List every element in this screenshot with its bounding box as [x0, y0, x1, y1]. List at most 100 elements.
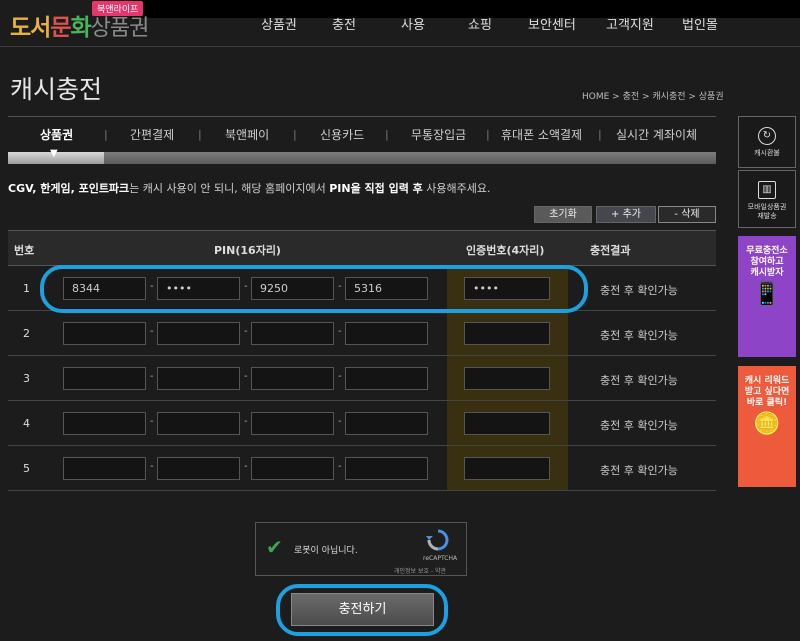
tab-divider: | [198, 128, 202, 141]
nav-charge[interactable]: 충전 [332, 14, 356, 33]
tab-divider: | [598, 128, 602, 141]
charge-result: 충전 후 확인가능 [600, 419, 678, 432]
table-row: 5 - - - 충전 후 확인가능 [8, 446, 716, 491]
pin-input-1[interactable] [63, 367, 146, 390]
pin-separator: - [244, 371, 248, 382]
tab-gift-card[interactable]: 상품권 [40, 126, 73, 143]
pin-separator: - [150, 461, 154, 472]
pin-input-4[interactable] [345, 412, 428, 435]
pin-separator: - [150, 326, 154, 337]
notice-strong-2: PIN을 직접 입력 후 [329, 182, 423, 195]
tab-easy-pay[interactable]: 간편결제 [130, 126, 174, 143]
pin-input-2[interactable] [157, 367, 240, 390]
row-number: 2 [23, 327, 30, 340]
nav-shopping[interactable]: 쇼핑 [468, 14, 492, 33]
nav-use[interactable]: 사용 [401, 14, 425, 33]
pin-input-4[interactable] [345, 322, 428, 345]
pin-input-1[interactable] [63, 412, 146, 435]
pin-input-4[interactable] [345, 457, 428, 480]
ad1-line-3: 캐시받자 [750, 268, 784, 278]
tab-indicator-bar [8, 152, 716, 164]
auth-code-input[interactable] [464, 457, 550, 480]
pin-input-1[interactable] [63, 457, 146, 480]
side-mobile-resend[interactable]: ▥ 모바일상품권 재발송 [738, 170, 796, 228]
table-row: 3 - - - 충전 후 확인가능 [8, 356, 716, 401]
barcode-icon: ▥ [758, 181, 776, 199]
logo-part-1: 도서 [10, 15, 51, 41]
header-pin: PIN(16자리) [214, 244, 281, 257]
checkmark-icon[interactable]: ✔ [266, 535, 283, 559]
tab-bank-deposit[interactable]: 무통장입금 [411, 126, 466, 143]
ad2-line-1: 캐시 리워드 [744, 376, 790, 386]
notice-strong-1: CGV, 한게임, 포인트파크 [8, 182, 130, 195]
pin-input-3[interactable] [251, 457, 334, 480]
pin-separator: - [150, 371, 154, 382]
ad1-line-1: 무료충전소 [746, 246, 788, 256]
recaptcha-brand: reCAPTCHA [423, 555, 458, 562]
row-number: 3 [23, 372, 30, 385]
pin-input-4[interactable] [345, 367, 428, 390]
refund-icon: ↻ [758, 127, 776, 145]
header-auth: 인증번호(4자리) [466, 244, 545, 257]
recaptcha-links[interactable]: 개인정보 보호 - 약관 [394, 566, 446, 575]
nav-gift-card[interactable]: 상품권 [261, 14, 297, 33]
pin-separator: - [338, 371, 342, 382]
notice-text: CGV, 한게임, 포인트파크는 캐시 사용이 안 되니, 해당 홈페이지에서 … [8, 180, 491, 196]
tab-divider: | [385, 128, 389, 141]
chevron-down-icon: ▼ [50, 148, 58, 159]
logo-part-3: 화 [70, 15, 92, 41]
reset-button[interactable]: 초기화 [534, 206, 592, 223]
side-refund-label: 캐시환불 [754, 149, 780, 157]
auth-code-input[interactable] [464, 322, 550, 345]
pin-input-3[interactable] [251, 322, 334, 345]
pin-input-2[interactable] [157, 412, 240, 435]
delete-row-button[interactable]: - 삭제 [658, 206, 716, 223]
pin-input-2[interactable] [157, 457, 240, 480]
pin-separator: - [244, 326, 248, 337]
nav-corporate-mall[interactable]: 법인몰 [682, 14, 718, 33]
pin-input-2[interactable] [157, 322, 240, 345]
tab-credit-card[interactable]: 신용카드 [320, 126, 364, 143]
row-1-highlight-ring [40, 265, 588, 313]
pin-separator: - [244, 461, 248, 472]
side-mobile-label-1: 모바일상품권 [747, 203, 787, 211]
payment-tabs: 상품권 | 간편결제 | 북앤페이 | 신용카드 | 무통장입금 | 휴대폰 소… [8, 116, 716, 152]
ad-free-charge[interactable]: 무료충전소 참여하고 캐시받자 📱 [738, 236, 796, 357]
pin-separator: - [244, 416, 248, 427]
pin-separator: - [150, 416, 154, 427]
notice-normal-2: 사용해주세요. [422, 182, 491, 195]
recaptcha-logo-icon [426, 529, 449, 551]
ad-cash-reward[interactable]: 캐시 리워드 받고 싶다면 바로 클릭! 🪙 [738, 366, 796, 487]
charge-result: 충전 후 확인가능 [600, 374, 678, 387]
tab-booknpay[interactable]: 북앤페이 [225, 126, 269, 143]
logo-part-2: 문 [50, 15, 71, 41]
pin-separator: - [338, 416, 342, 427]
tab-divider: | [486, 128, 490, 141]
page-title: 캐시충전 [10, 75, 103, 104]
pin-input-1[interactable] [63, 322, 146, 345]
auth-code-input[interactable] [464, 412, 550, 435]
charge-result: 충전 후 확인가능 [600, 284, 678, 297]
add-row-button[interactable]: + 추가 [596, 206, 656, 223]
ad2-line-2: 받고 싶다면 [744, 387, 790, 397]
side-mobile-label-2: 재발송 [757, 212, 777, 220]
nav-customer-support[interactable]: 고객지원 [606, 14, 654, 33]
recaptcha-widget[interactable]: ✔ 로봇이 아닙니다. reCAPTCHA 개인정보 보호 - 약관 [255, 522, 467, 576]
charge-submit-button[interactable]: 충전하기 [291, 593, 434, 626]
auth-code-input[interactable] [464, 367, 550, 390]
pin-input-3[interactable] [251, 367, 334, 390]
nav-security-center[interactable]: 보안센터 [528, 14, 576, 33]
tab-realtime-transfer[interactable]: 실시간 계좌이체 [616, 126, 697, 143]
row-number: 4 [23, 417, 30, 430]
row-number: 1 [23, 282, 30, 295]
charge-result: 충전 후 확인가능 [600, 329, 678, 342]
table-row: 2 - - - 충전 후 확인가능 [8, 311, 716, 356]
tab-divider: | [293, 128, 297, 141]
table-row: 4 - - - 충전 후 확인가능 [8, 401, 716, 446]
logo-part-4: 상품권 [90, 16, 150, 41]
recaptcha-label: 로봇이 아닙니다. [294, 546, 358, 556]
tab-mobile-payment[interactable]: 휴대폰 소액결제 [501, 126, 582, 143]
ad2-line-3: 바로 클릭! [746, 398, 788, 408]
pin-input-3[interactable] [251, 412, 334, 435]
side-cash-refund[interactable]: ↻ 캐시환불 [738, 116, 796, 168]
